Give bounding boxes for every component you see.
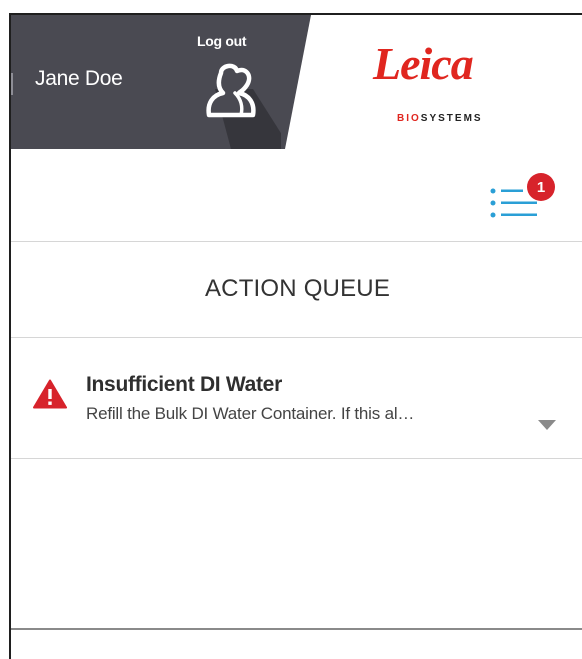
user-avatar-icon[interactable] (191, 59, 281, 149)
page-title: ACTION QUEUE (204, 275, 391, 302)
logo-tagline-prefix: BIO (397, 113, 421, 124)
toolbar: 1 (11, 149, 582, 242)
logo-tagline-suffix: SYSTEMS (420, 113, 483, 124)
logo-tagline: BIOSYSTEMS (397, 113, 483, 124)
header: Jane Doe Log out Leica BIOSYSTEMS (11, 15, 582, 149)
action-queue-button[interactable]: 1 (487, 163, 559, 227)
logout-button[interactable]: Log out (197, 33, 247, 49)
action-queue-header: ACTION QUEUE (11, 243, 582, 338)
queue-item-title: Insufficient DI Water (86, 373, 282, 396)
notification-badge: 1 (527, 173, 555, 201)
queue-item-description: Refill the Bulk DI Water Container. If t… (86, 404, 415, 423)
app-window: Jane Doe Log out Leica BIOSYSTEMS 1 ACTI… (9, 13, 582, 659)
warning-icon (33, 379, 67, 409)
logo-wordmark: Leica (373, 38, 474, 89)
user-name: Jane Doe (35, 67, 123, 90)
leica-logo: Leica BIOSYSTEMS (371, 35, 511, 125)
queue-item[interactable]: Insufficient DI Water Refill the Bulk DI… (11, 339, 582, 459)
divider (11, 628, 582, 630)
divider (11, 73, 13, 95)
chevron-down-icon[interactable] (537, 419, 557, 431)
user-panel: Jane Doe Log out (11, 15, 311, 149)
